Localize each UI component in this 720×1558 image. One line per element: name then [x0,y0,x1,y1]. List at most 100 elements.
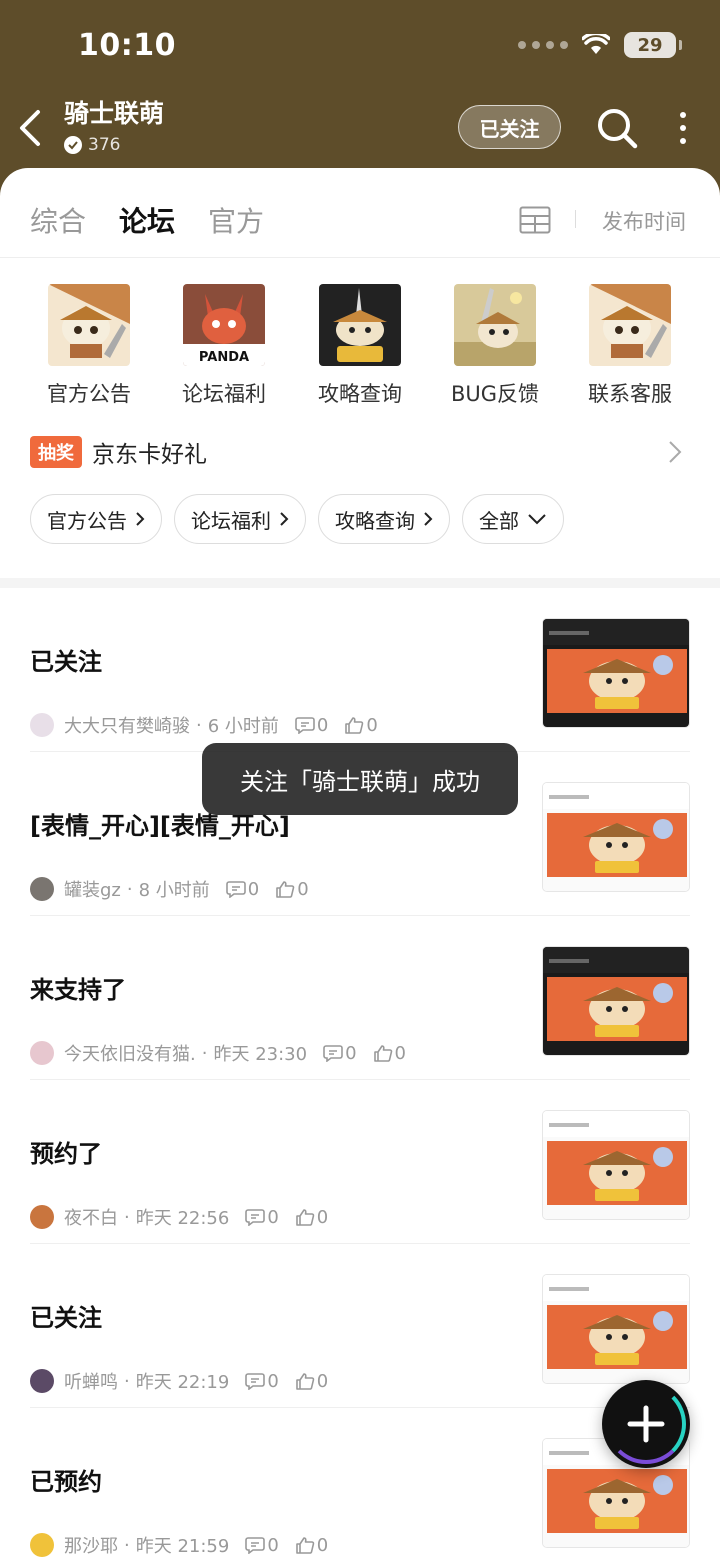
post-author[interactable]: 那沙耶 [64,1532,118,1558]
category-shortcuts: 官方公告 PANDA 论坛福利 攻略查询 BUG反馈 联系客服 [0,284,720,424]
like-count-value: 0 [394,1042,406,1064]
category-label: 攻略查询 [318,382,402,406]
search-icon [598,109,638,149]
comment-count[interactable]: 0 [295,715,328,736]
heart-check-icon [64,136,82,154]
post-author[interactable]: 大大只有樊崎骏 [64,712,190,738]
comment-count[interactable]: 0 [323,1042,357,1064]
tab-overview[interactable]: 综合 [30,200,86,240]
post-author[interactable]: 今天依旧没有猫. [64,1040,196,1066]
category-thumb [589,284,671,366]
post-title: 预约了 [30,1140,102,1168]
lottery-banner[interactable]: 抽奖 京东卡好礼 [30,432,690,472]
comment-count[interactable]: 0 [245,1535,279,1556]
like-count[interactable]: 0 [373,1043,406,1064]
meta-separator: · [126,878,133,900]
like-icon [373,1045,392,1062]
search-button[interactable] [594,105,640,151]
like-count[interactable]: 0 [295,1371,328,1392]
filter-official-notice[interactable]: 官方公告 [30,494,162,544]
like-count-value: 0 [316,1370,329,1392]
follow-button[interactable]: 已关注 [458,105,561,149]
post-time: 8 小时前 [138,880,210,901]
signal-icon [518,41,568,49]
like-count[interactable]: 0 [275,878,309,900]
post-meta: 夜不白 · 昨天 22:56 0 0 [30,1204,328,1230]
post-author[interactable]: 夜不白 [64,1204,118,1230]
avatar[interactable] [30,1041,54,1065]
like-count[interactable]: 0 [295,1207,328,1228]
post-thumbnail[interactable] [542,782,690,892]
comment-count-value: 0 [247,878,260,900]
tab-forum[interactable]: 论坛 [119,200,176,242]
comment-icon [295,717,315,734]
like-count[interactable]: 0 [344,714,378,736]
back-button[interactable] [12,106,48,150]
category-bug-report[interactable]: BUG反馈 [440,284,550,408]
category-official-notice[interactable]: 官方公告 [34,284,144,408]
post-item[interactable]: 已关注 听蝉鸣 · 昨天 22:19 0 0 [30,1244,690,1408]
post-item[interactable]: 已关注 大大只有樊崎骏 · 6 小时前 0 0 [30,588,690,752]
more-menu-button[interactable] [670,108,696,148]
post-title: 来支持了 [30,976,126,1004]
like-count-value: 0 [297,878,309,900]
post-thumbnail[interactable] [542,1274,690,1384]
comment-count[interactable]: 0 [245,1370,279,1392]
meta-separator: · [124,1534,130,1556]
sort-selector[interactable]: 发布时间 [602,206,686,236]
post-meta: 听蝉鸣 · 昨天 22:19 0 0 [30,1368,328,1394]
post-title: 已预约 [30,1468,102,1496]
category-forum-welfare[interactable]: PANDA 论坛福利 [169,284,279,408]
meta-separator: · [196,714,202,736]
comment-count-value: 0 [267,1370,279,1392]
comment-count-value: 0 [345,1042,357,1064]
category-thumb [454,284,536,366]
like-icon [295,1373,315,1390]
create-post-button[interactable] [602,1380,690,1468]
meta-separator: · [124,1206,130,1228]
fans-count: 376 [64,135,120,155]
layout-grid-icon[interactable] [519,206,551,234]
post-thumbnail[interactable] [542,1110,690,1220]
category-guide[interactable]: 攻略查询 [305,284,415,408]
meta-separator: · [124,1370,130,1392]
avatar[interactable] [30,1533,54,1557]
like-icon [295,1537,315,1554]
post-item[interactable]: 预约了 夜不白 · 昨天 22:56 0 0 [30,1080,690,1244]
post-thumbnail[interactable] [542,618,690,728]
filter-forum-welfare[interactable]: 论坛福利 [174,494,306,544]
tab-bar: 综合 论坛 官方 发布时间 [0,168,720,258]
category-customer-service[interactable]: 联系客服 [575,284,685,408]
content-panel: 综合 论坛 官方 发布时间 官方公告 PANDA 论坛福利 攻略查询 BUG反馈… [0,168,720,1558]
avatar[interactable] [30,877,54,901]
category-thumb: PANDA [183,284,265,366]
post-thumbnail[interactable] [542,946,690,1056]
avatar[interactable] [30,713,54,737]
plus-icon [627,1405,665,1443]
like-count-value: 0 [316,1534,329,1556]
section-divider [0,578,720,588]
post-item[interactable]: 已预约 那沙耶 · 昨天 21:59 0 0 [30,1408,690,1558]
tab-official[interactable]: 官方 [208,200,264,240]
fans-count-value: 376 [88,135,121,155]
comment-count[interactable]: 0 [245,1207,279,1228]
comment-count-value: 0 [316,714,329,736]
avatar[interactable] [30,1369,54,1393]
post-time: 昨天 23:30 [213,1044,308,1065]
avatar[interactable] [30,1205,54,1229]
comment-count[interactable]: 0 [225,878,260,900]
post-author[interactable]: 罐装gz [64,876,121,902]
filter-pills: 官方公告 论坛福利 攻略查询 全部 [30,494,564,544]
like-icon [276,881,295,898]
post-author[interactable]: 听蝉鸣 [64,1368,118,1394]
post-item[interactable]: 来支持了 今天依旧没有猫. · 昨天 23:30 0 0 [30,916,690,1080]
like-count[interactable]: 0 [295,1535,328,1556]
status-icons: 29 [518,32,682,58]
filter-guide[interactable]: 攻略查询 [318,494,450,544]
chevron-right-icon [280,512,289,526]
status-time: 10:10 [78,28,176,63]
like-count-value: 0 [366,714,378,736]
wifi-icon [582,34,610,54]
category-thumb [319,284,401,366]
filter-all-dropdown[interactable]: 全部 [462,494,564,544]
